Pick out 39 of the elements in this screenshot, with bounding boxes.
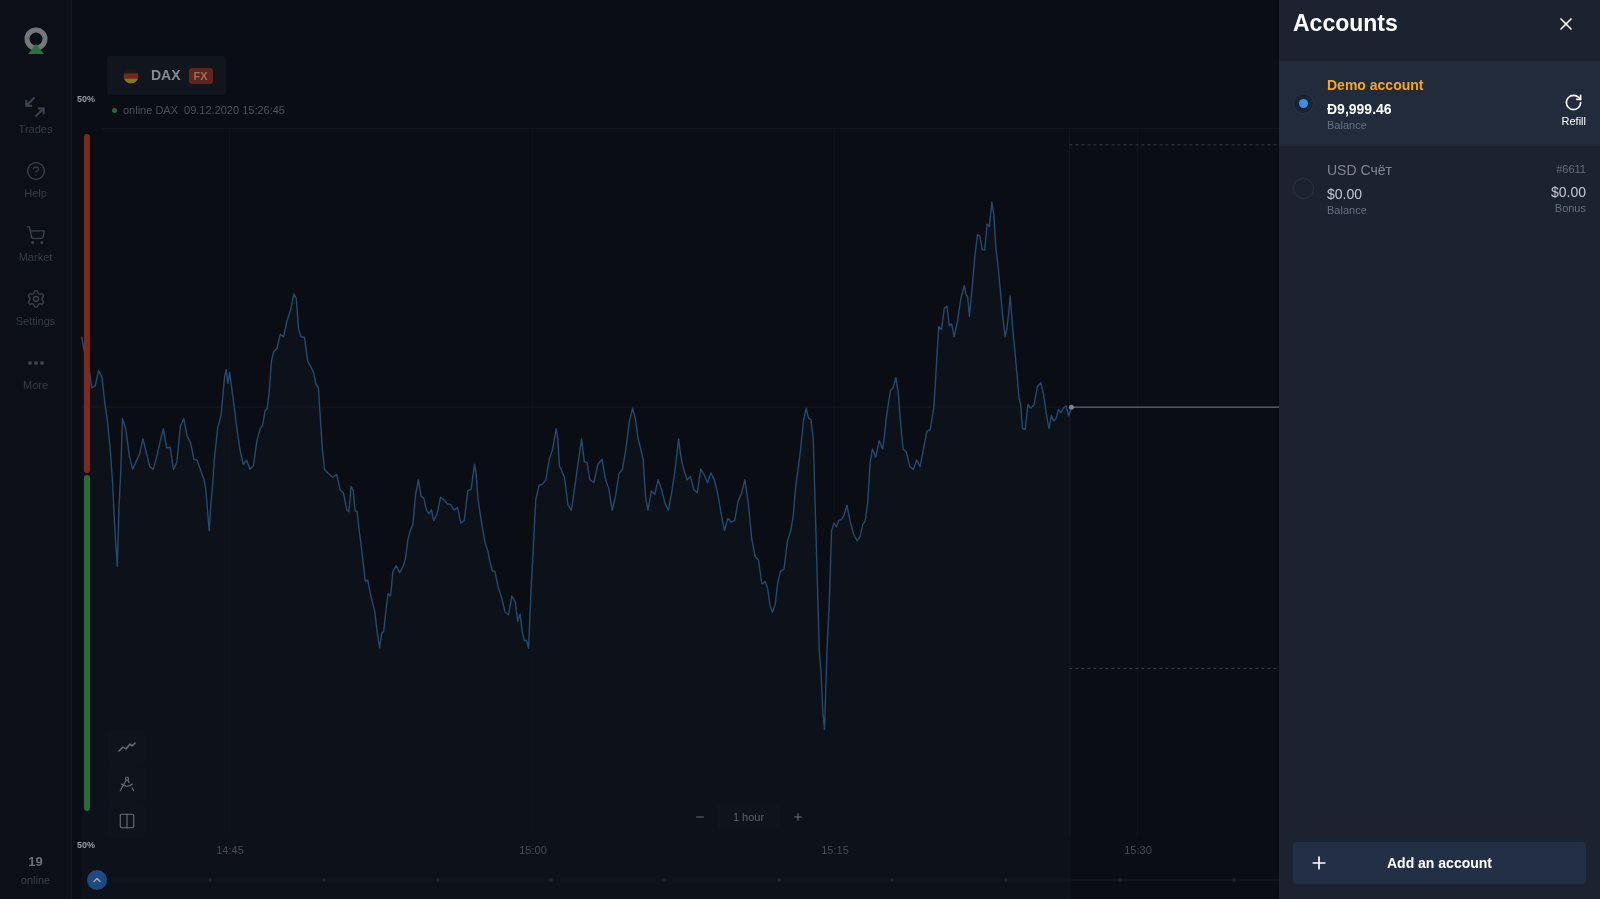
bonus-amount: $0.00 [1550,183,1586,202]
account-row[interactable]: Demo account Đ9,999.46 Balance Refill [1279,61,1600,146]
status-text: online DAX [123,103,179,117]
account-row[interactable]: USD Счёт $0.00 Balance #6611 $0.00 Bonus [1279,146,1600,231]
refill-icon [1564,93,1584,112]
add-account-button[interactable]: Add an account [1293,842,1586,884]
bonus-label: Bonus [1554,202,1586,215]
radio-icon[interactable] [1293,93,1314,114]
account-balance: Đ9,999.46 [1327,99,1393,119]
help-icon [25,161,46,181]
settings-icon [25,289,46,309]
time-label: 15:00 [518,843,548,857]
balance-label: Balance [1327,118,1368,132]
instrument-card[interactable]: DAX FX [107,56,226,95]
compass-icon [117,775,136,793]
account-name: USD Счёт [1327,160,1393,179]
account-number: #6611 [1556,162,1586,176]
flag-icon [123,67,139,84]
sentiment-label: 50% [77,839,95,851]
instrument-name: DAX [151,66,181,85]
time-label: 14:45 [215,843,245,857]
plus-icon [791,811,804,823]
time-label: 15:15 [820,843,850,857]
online-count: 19 [28,853,43,870]
status-dot-icon [112,107,117,113]
account-name: Demo account [1327,75,1425,94]
market-badge: FX [188,67,213,84]
columns-icon [117,812,136,830]
arrows-icon [25,97,46,117]
panel-title: Accounts [1293,9,1398,39]
timestamp-text: 09.12.2020 15:26:45 [184,103,285,117]
cart-icon [25,225,46,245]
account-balance: $0.00 [1327,184,1364,204]
balance-label: Balance [1327,203,1368,217]
refill-button[interactable]: Refill [1561,93,1586,128]
time-label: 15:30 [1123,843,1153,857]
trend-line-icon [117,742,136,752]
more-icon [27,361,44,365]
sentiment-label: 50% [77,93,95,105]
